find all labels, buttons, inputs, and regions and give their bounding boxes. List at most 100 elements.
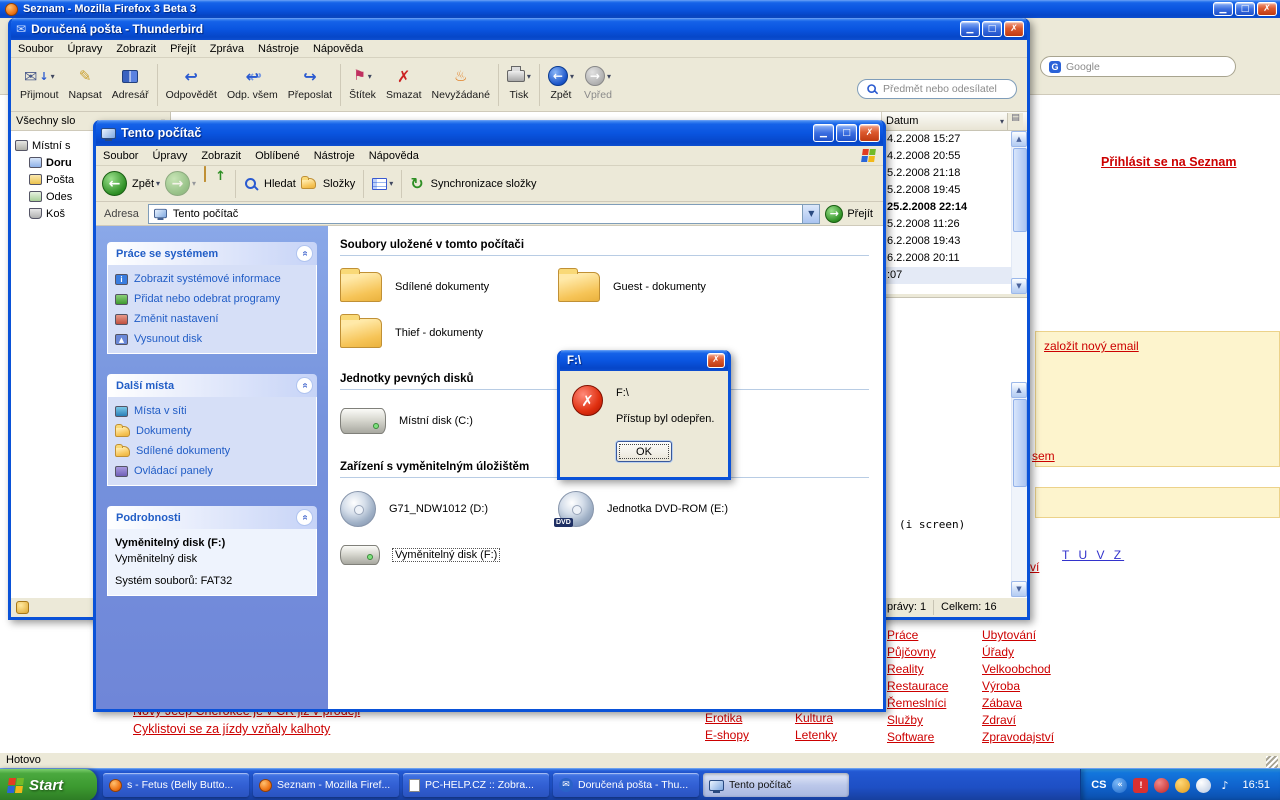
- dir-link[interactable]: Úřady: [982, 645, 1014, 659]
- explorer-close-button[interactable]: ✗: [859, 124, 880, 142]
- scroll-thumb[interactable]: [1013, 148, 1027, 232]
- dropdown-caret-icon[interactable]: ▾: [527, 72, 531, 81]
- write-button[interactable]: ✎ Napsat: [64, 61, 107, 102]
- task-system-info[interactable]: iZobrazit systémové informace: [115, 273, 309, 285]
- dir-link[interactable]: Restaurace: [887, 679, 948, 693]
- ok-button[interactable]: OK: [616, 441, 672, 462]
- folder-item-shared[interactable]: Sdílené dokumenty: [340, 264, 558, 310]
- tray-app-icon-red[interactable]: [1154, 778, 1169, 793]
- details-header[interactable]: Podrobnosti »: [107, 506, 317, 529]
- tray-alert-icon[interactable]: !: [1133, 778, 1148, 793]
- print-button[interactable]: ▾ Tisk: [502, 61, 536, 102]
- views-button[interactable]: ▾: [372, 178, 393, 190]
- menu-napoveda[interactable]: Nápověda: [362, 148, 426, 164]
- language-indicator[interactable]: CS: [1091, 779, 1106, 791]
- explorer-maximize-button[interactable]: □: [836, 124, 857, 142]
- resize-grip[interactable]: [1266, 756, 1278, 768]
- dir-link[interactable]: Software: [887, 730, 934, 744]
- collapse-chevron-icon[interactable]: »: [296, 509, 313, 526]
- dropdown-caret-icon[interactable]: ▾: [389, 179, 393, 188]
- forward-button[interactable]: ↪ Přeposlat: [283, 61, 337, 102]
- scroll-thumb[interactable]: [1013, 399, 1027, 487]
- firefox-maximize-button[interactable]: □: [1235, 2, 1255, 16]
- scroll-up-button[interactable]: ▲: [1011, 131, 1027, 147]
- thunderbird-maximize-button[interactable]: □: [982, 21, 1002, 37]
- message-row-partial[interactable]: :07: [882, 267, 1012, 284]
- start-button[interactable]: Start: [0, 769, 97, 800]
- menu-napoveda[interactable]: Nápověda: [306, 41, 370, 57]
- drive-item-d[interactable]: G71_NDW1012 (D:): [340, 486, 558, 532]
- dir-link[interactable]: Ubytování: [982, 628, 1036, 642]
- task-add-remove-programs[interactable]: Přidat nebo odebrat programy: [115, 293, 309, 305]
- headline-link-2[interactable]: Cyklistovi se za jízdy vzňaly kalhoty: [133, 722, 330, 736]
- dropdown-caret-icon[interactable]: ▾: [192, 179, 196, 188]
- column-picker-button[interactable]: ▤: [1007, 113, 1023, 130]
- message-search-box[interactable]: [857, 79, 1017, 99]
- dialog-titlebar[interactable]: F:\ ✗: [560, 350, 728, 371]
- message-row[interactable]: 6.2.2008 20:11: [882, 250, 1012, 267]
- sync-folder-button[interactable]: ↻ Synchronizace složky: [410, 174, 536, 193]
- message-search-input[interactable]: [883, 83, 1009, 95]
- menu-oblibene[interactable]: Oblíbené: [248, 148, 307, 164]
- scroll-down-button[interactable]: ▼: [1011, 278, 1027, 294]
- taskbar-button-firefox-pchelp[interactable]: PC-HELP.CZ :: Zobra...: [403, 773, 549, 797]
- menu-nastroje[interactable]: Nástroje: [251, 41, 306, 57]
- menu-zobrazit[interactable]: Zobrazit: [109, 41, 163, 57]
- place-documents[interactable]: Dokumenty: [115, 425, 309, 437]
- tray-app-icon-light[interactable]: [1196, 778, 1211, 793]
- message-row[interactable]: 5.2.2008 11:26: [882, 216, 1012, 233]
- dir-link[interactable]: Řemeslníci: [887, 696, 946, 710]
- address-book-button[interactable]: Adresář: [107, 61, 154, 102]
- place-shared-documents[interactable]: Sdílené dokumenty: [115, 445, 309, 457]
- firefox-search-box[interactable]: G: [1040, 56, 1236, 77]
- dropdown-caret-icon[interactable]: ▾: [368, 72, 372, 81]
- explorer-minimize-button[interactable]: ▁: [813, 124, 834, 142]
- taskbar-button-firefox-fetus[interactable]: s - Fetus (Belly Butto...: [103, 773, 249, 797]
- preview-scrollbar[interactable]: ▲ ▼: [1011, 382, 1027, 597]
- dir-link[interactable]: Služby: [887, 713, 923, 727]
- dir-link[interactable]: Velkoobchod: [982, 662, 1051, 676]
- folders-button[interactable]: Složky: [301, 178, 355, 190]
- folder-item-thief[interactable]: Thief - dokumenty: [340, 310, 558, 356]
- reply-all-button[interactable]: ↩ Odp. všem: [222, 61, 283, 102]
- back-button[interactable]: ← Zpět ▾: [102, 171, 160, 196]
- folder-item-guest[interactable]: Guest - dokumenty: [558, 264, 776, 310]
- place-control-panel[interactable]: Ovládací panely: [115, 465, 309, 477]
- system-tasks-header[interactable]: Práce se systémem »: [107, 242, 317, 265]
- dir-link[interactable]: Zábava: [982, 696, 1022, 710]
- message-row[interactable]: 4.2.2008 15:27: [882, 131, 1012, 148]
- address-dropdown-button[interactable]: ▼: [802, 205, 819, 223]
- dir-link[interactable]: Letenky: [795, 728, 837, 742]
- dropdown-caret-icon[interactable]: ▾: [570, 72, 574, 81]
- link-fragment-sem[interactable]: sem: [1032, 449, 1055, 463]
- firefox-titlebar[interactable]: Seznam - Mozilla Firefox 3 Beta 3 ▁ □ ✗: [0, 0, 1280, 18]
- explorer-titlebar[interactable]: Tento počítač ▁ □ ✗: [96, 120, 883, 146]
- junk-button[interactable]: ♨ Nevyžádané: [427, 61, 495, 102]
- menu-nastroje[interactable]: Nástroje: [307, 148, 362, 164]
- search-button[interactable]: Hledat: [244, 177, 296, 191]
- taskbar-button-my-computer[interactable]: Tento počítač: [703, 773, 849, 797]
- dir-link[interactable]: Půjčovny: [887, 645, 936, 659]
- back-button[interactable]: ←▾ Zpět: [543, 61, 579, 102]
- task-eject-disk[interactable]: ▲Vysunout disk: [115, 333, 309, 345]
- message-row-unread[interactable]: 25.2.2008 22:14: [882, 199, 1012, 216]
- dir-link[interactable]: Zdraví: [982, 713, 1016, 727]
- message-row[interactable]: 5.2.2008 21:18: [882, 165, 1012, 182]
- tray-update-icon[interactable]: «: [1112, 778, 1127, 793]
- collapse-chevron-icon[interactable]: »: [296, 245, 313, 262]
- alphabet-links[interactable]: T U V Z: [1062, 548, 1124, 562]
- dialog-close-button[interactable]: ✗: [707, 353, 725, 368]
- tray-app-icon-yellow[interactable]: [1175, 778, 1190, 793]
- go-button[interactable]: → Přejít: [825, 205, 879, 223]
- other-places-header[interactable]: Další místa »: [107, 374, 317, 397]
- thunderbird-titlebar[interactable]: ✉ Doručená pošta - Thunderbird ▁ □ ✗: [11, 18, 1027, 40]
- dropdown-caret-icon[interactable]: ▾: [607, 72, 611, 81]
- menu-upravy[interactable]: Úpravy: [60, 41, 109, 57]
- message-row[interactable]: 5.2.2008 19:45: [882, 182, 1012, 199]
- scroll-down-button[interactable]: ▼: [1011, 581, 1027, 597]
- firefox-minimize-button[interactable]: ▁: [1213, 2, 1233, 16]
- menu-soubor[interactable]: Soubor: [96, 148, 145, 164]
- dir-link[interactable]: E-shopy: [705, 728, 749, 742]
- collapse-chevron-icon[interactable]: »: [296, 377, 313, 394]
- forward-button[interactable]: → ▾: [165, 171, 196, 196]
